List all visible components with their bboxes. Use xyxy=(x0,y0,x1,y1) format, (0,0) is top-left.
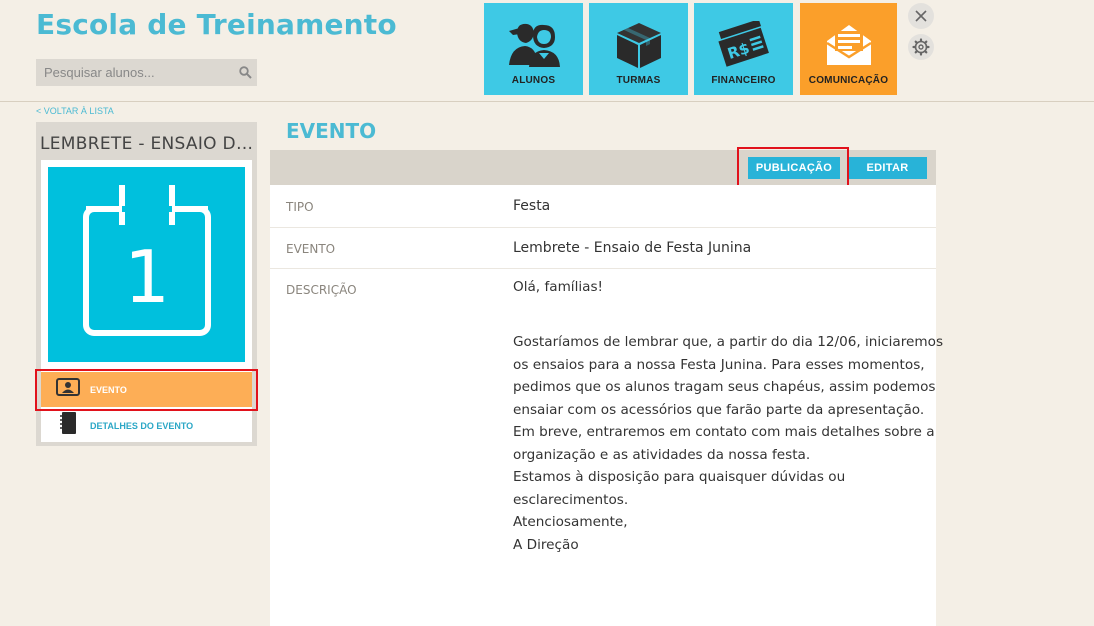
money-icon: R$ xyxy=(714,21,774,69)
field-value: Lembrete - Ensaio de Festa Junina xyxy=(513,240,752,256)
description-line: organização e as atividades da nossa fes… xyxy=(513,447,811,463)
field-row-tipo: TIPO Festa xyxy=(270,185,936,228)
close-icon[interactable] xyxy=(908,3,934,29)
description-line: ensaiar com os acessórios que farão part… xyxy=(513,402,925,418)
search-input[interactable] xyxy=(36,65,233,80)
nav-tile-label: COMUNICAÇÃO xyxy=(808,75,889,86)
nav-tile-turmas[interactable]: TURMAS xyxy=(589,3,688,95)
sidebar-item-label: DETALHES DO EVENTO xyxy=(90,420,194,431)
notebook-icon xyxy=(56,412,80,439)
description-line: Atenciosamente, xyxy=(513,514,628,530)
description-line: esclarecimentos. xyxy=(513,492,629,508)
nav-tile-alunos[interactable]: ALUNOS xyxy=(484,3,583,95)
field-label: EVENTO xyxy=(286,242,336,256)
publish-button[interactable]: PUBLICAÇÃO xyxy=(748,157,840,179)
search-icon[interactable] xyxy=(233,59,257,86)
sidebar-title: LEMBRETE - ENSAIO DE FESTA JUNINA xyxy=(40,134,254,154)
app-title: Escola de Treinamento xyxy=(36,8,397,41)
search-box xyxy=(36,59,257,86)
person-card-icon xyxy=(56,378,80,401)
nav-tile-financeiro[interactable]: R$ FINANCEIRO xyxy=(694,3,793,95)
nav-tile-label: ALUNOS xyxy=(511,75,556,86)
description-line: Gostaríamos de lembrar que, a partir do … xyxy=(513,334,944,350)
envelope-icon xyxy=(824,21,874,69)
description-line: A Direção xyxy=(513,537,579,553)
description-line: os ensaios para a nossa Festa Junina. Pa… xyxy=(513,357,925,373)
gear-icon[interactable] xyxy=(908,34,934,60)
description-line: Em breve, entraremos em contato com mais… xyxy=(513,424,935,440)
nav-tile-label: TURMAS xyxy=(616,75,661,86)
calendar-day: 1 xyxy=(124,235,170,319)
sidebar-item-detalhes[interactable]: DETALHES DO EVENTO xyxy=(41,408,252,443)
calendar-icon: 1 xyxy=(83,185,211,336)
description-line: Estamos à disposição para quaisquer dúvi… xyxy=(513,469,846,485)
sidebar-item-label: EVENTO xyxy=(90,384,127,395)
sidebar-item-evento[interactable]: EVENTO xyxy=(41,372,252,407)
field-row-evento: EVENTO Lembrete - Ensaio de Festa Junina xyxy=(270,228,936,269)
event-sidebar-card: LEMBRETE - ENSAIO DE FESTA JUNINA 1 EVEN… xyxy=(36,122,257,446)
box-icon xyxy=(614,21,664,69)
field-value: Festa xyxy=(513,198,551,214)
students-icon xyxy=(503,21,565,69)
calendar-tile: 1 xyxy=(48,167,245,362)
page-title: EVENTO xyxy=(286,119,377,143)
nav-tile-comunicacao[interactable]: COMUNICAÇÃO xyxy=(800,3,897,95)
description-line: pedimos que os alunos tragam seus chapéu… xyxy=(513,379,936,395)
back-to-list-link[interactable]: < VOLTAR À LISTA xyxy=(36,106,114,116)
description-line: Olá, famílias! xyxy=(513,279,603,295)
header-divider xyxy=(0,101,1094,102)
event-details-panel: TIPO Festa EVENTO Lembrete - Ensaio de F… xyxy=(270,185,943,626)
field-label: TIPO xyxy=(286,200,314,214)
nav-tile-label: FINANCEIRO xyxy=(711,75,776,86)
field-label: DESCRIÇÃO xyxy=(286,283,357,297)
edit-button[interactable]: EDITAR xyxy=(848,157,927,179)
